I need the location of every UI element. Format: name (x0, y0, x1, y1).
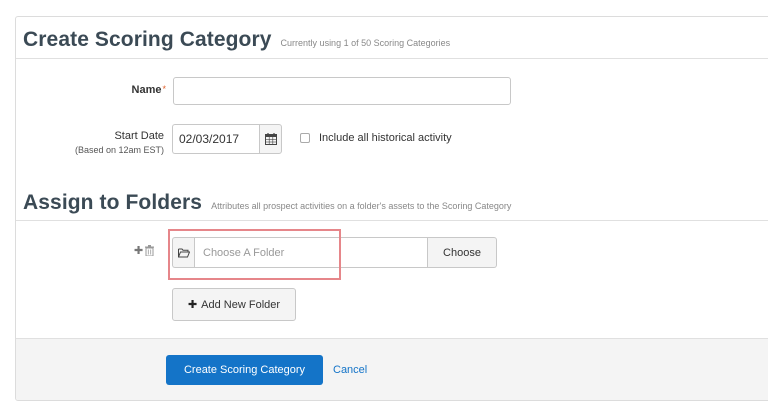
start-date-hint: (Based on 12am EST) (74, 145, 164, 155)
start-date-input[interactable]: 02/03/2017 (172, 124, 259, 154)
folder-picker: Choose A Folder Choose (172, 237, 497, 268)
add-row-icon[interactable]: ✚ (134, 244, 143, 257)
create-scoring-category-button[interactable]: Create Scoring Category (166, 355, 323, 385)
trash-icon[interactable] (145, 245, 155, 256)
section-header-create: Create Scoring Category Currently using … (16, 17, 768, 59)
section-header-folders: Assign to Folders Attributes all prospec… (16, 187, 768, 221)
form-footer: Create Scoring Category Cancel (16, 338, 768, 400)
choose-folder-input[interactable]: Choose A Folder (194, 237, 428, 268)
start-date-label-group: Start Date (Based on 12am EST) (46, 129, 164, 157)
required-mark: * (162, 84, 166, 94)
folder-row-actions: ✚ (134, 244, 155, 257)
choose-button[interactable]: Choose (428, 237, 497, 268)
name-input[interactable] (173, 77, 511, 105)
cancel-link[interactable]: Cancel (333, 364, 367, 376)
folder-open-icon (177, 248, 190, 257)
create-scoring-category-panel: Create Scoring Category Currently using … (15, 16, 768, 401)
include-historical-checkbox[interactable] (300, 133, 310, 143)
page-title: Create Scoring Category (23, 28, 272, 51)
name-label-text: Name (131, 84, 162, 96)
plus-icon: ✚ (187, 299, 198, 311)
usage-subtitle: Currently using 1 of 50 Scoring Categori… (280, 38, 451, 48)
include-historical-label: Include all historical activity (319, 132, 452, 144)
calendar-button[interactable] (259, 124, 282, 154)
include-historical-row: Include all historical activity (300, 132, 452, 144)
folders-subtitle: Attributes all prospect activities on a … (211, 201, 512, 211)
start-date-group: 02/03/2017 (172, 124, 282, 154)
folders-title: Assign to Folders (23, 191, 203, 214)
name-label: Name* (76, 84, 166, 96)
calendar-icon (264, 133, 277, 145)
start-date-label: Start Date (114, 130, 164, 142)
add-new-folder-button[interactable]: ✚ Add New Folder (172, 288, 296, 321)
add-new-folder-label: Add New Folder (201, 298, 281, 311)
folder-icon-box (172, 237, 194, 268)
